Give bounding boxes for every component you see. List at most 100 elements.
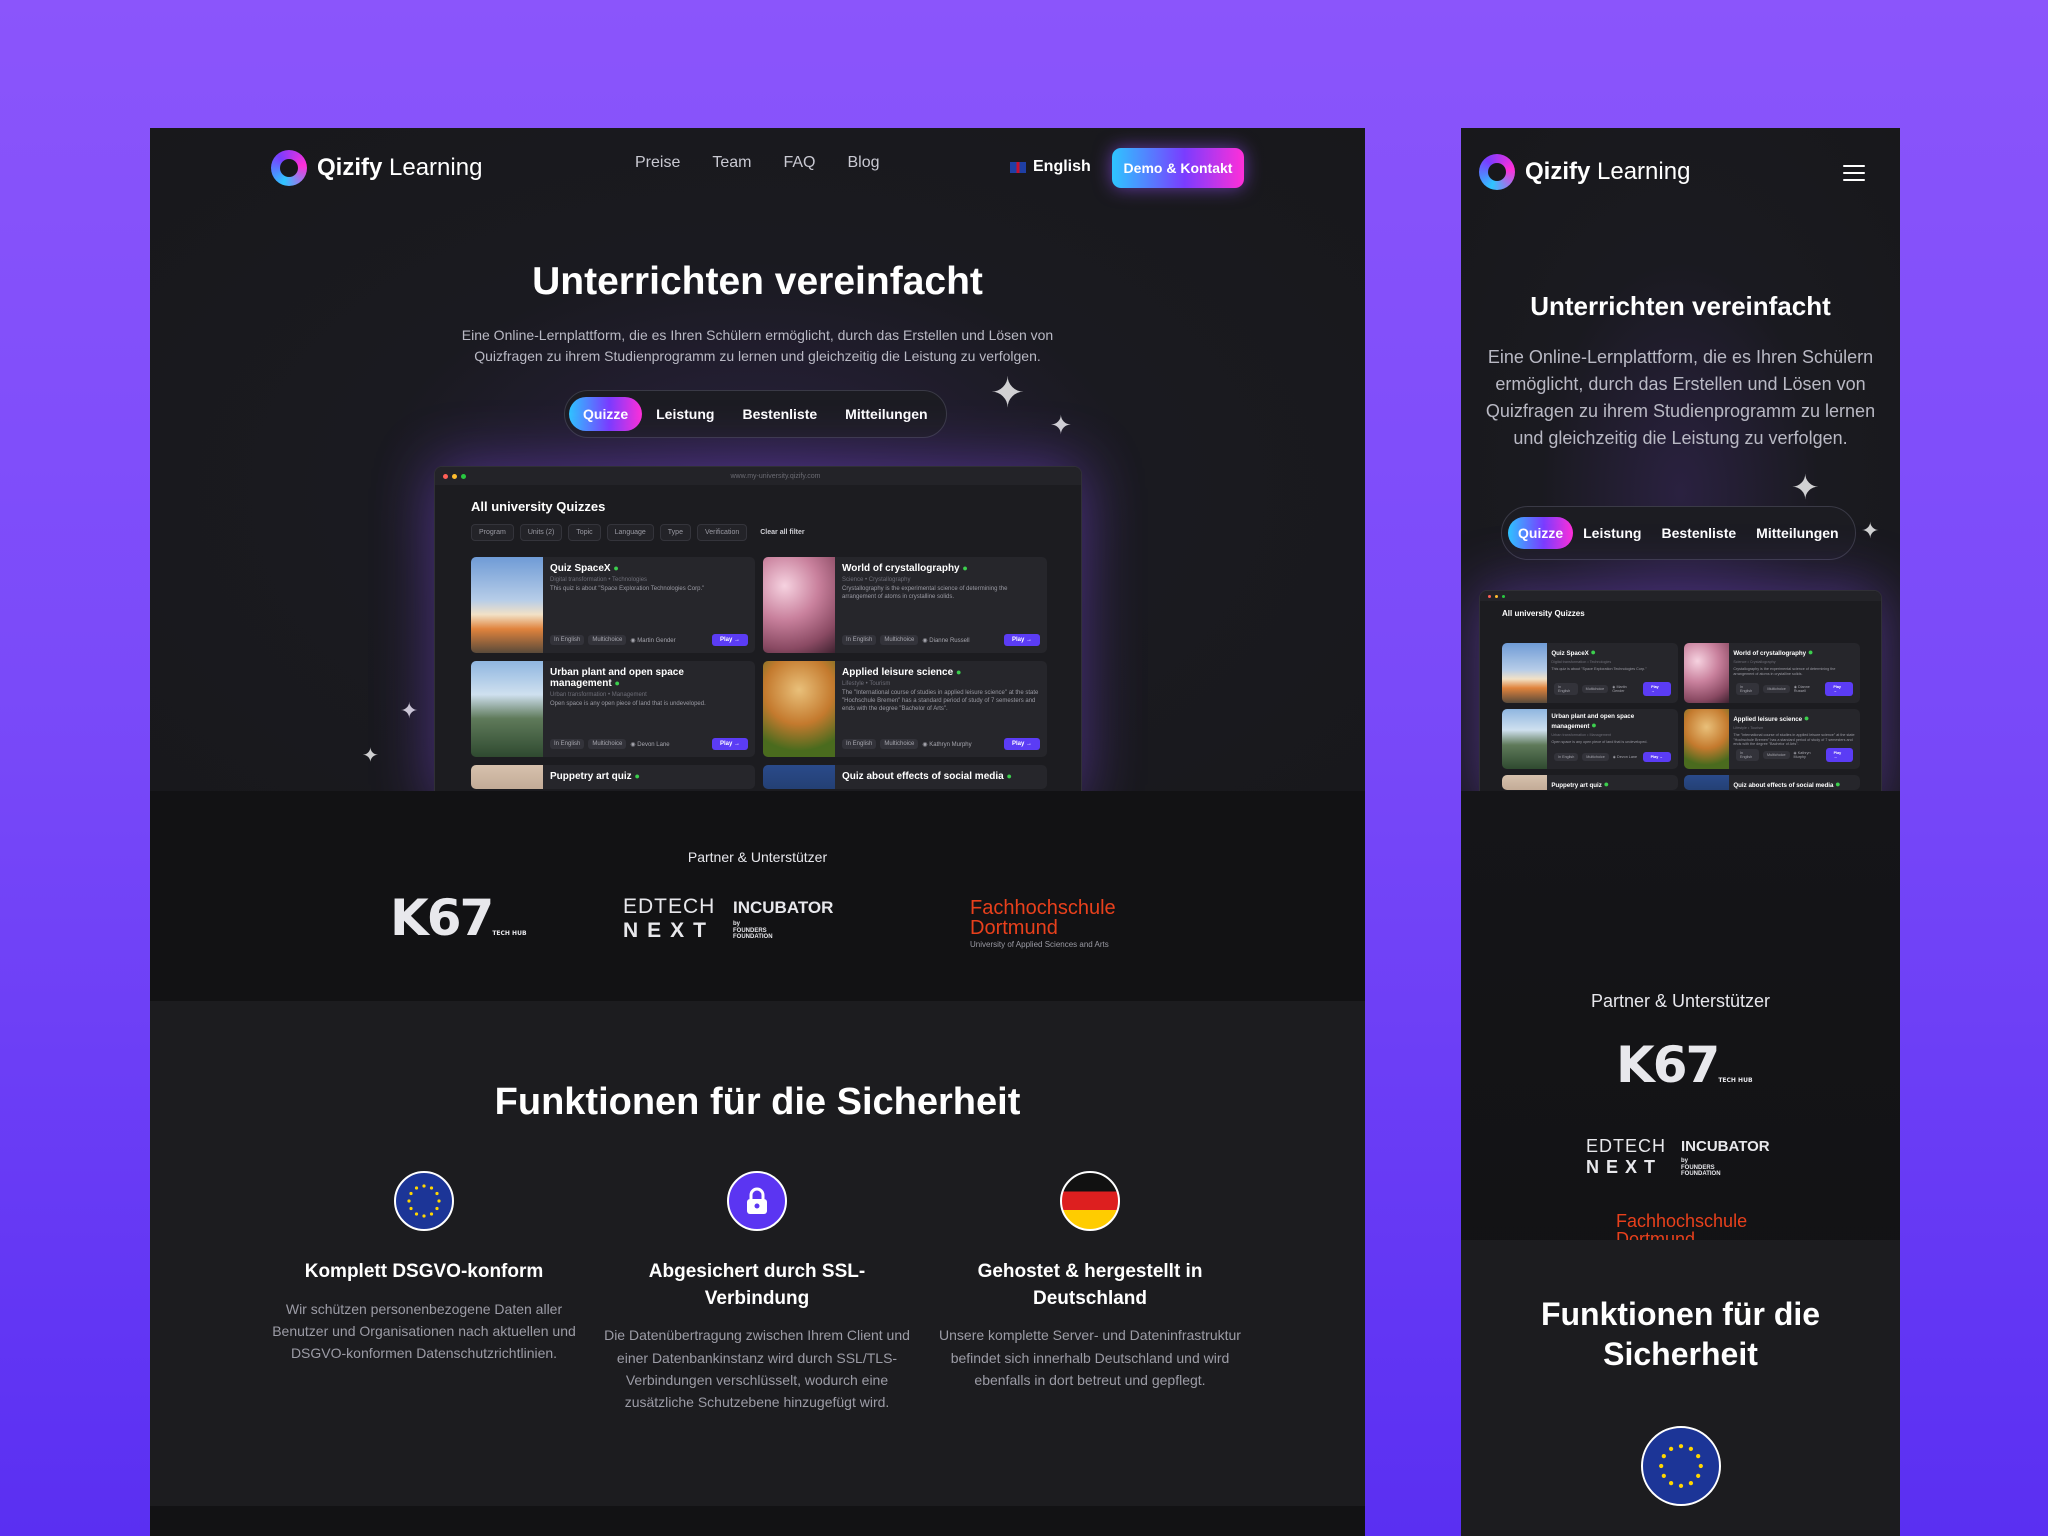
quiz-title: Quiz SpaceX ● <box>1551 647 1673 657</box>
sparkle-icon: ✦ <box>1050 410 1072 440</box>
minimize-dot-icon <box>1495 594 1498 598</box>
mobile-hero-subtitle: Eine Online-Lernplattform, die es Ihren … <box>1485 347 1876 448</box>
play-button[interactable]: Play → <box>1825 682 1853 696</box>
sparkle-icon: ✦ <box>1791 469 1820 507</box>
verified-icon: ● <box>634 771 640 781</box>
play-button[interactable]: Play → <box>1825 748 1854 762</box>
tab-quizze[interactable]: Quizze <box>569 397 643 431</box>
quiz-card[interactable]: World of crystallography ● Science • Crys… <box>1684 643 1860 703</box>
edtech-next-logo: EDTECH NEXT INCUBATOR by FOUNDERS FOUNDATI… <box>1586 1136 1786 1196</box>
quiz-card[interactable]: Quiz about effects of social media ● <box>1684 775 1860 790</box>
eu-star-icon <box>435 1191 439 1196</box>
mobile-partners-title: Partner & Unterstützer <box>1590 991 1771 1011</box>
quiz-category: Digital transformation • Technologies <box>1551 659 1612 664</box>
quiz-card[interactable]: Applied leisure science ● Lifestyle • Tou… <box>763 661 1047 757</box>
tab-quizze[interactable]: Quizze <box>1508 517 1574 549</box>
quiz-card-body: Quiz about effects of social media ● <box>1729 775 1860 790</box>
quiz-card-body: Quiz SpaceX ● Digital transformation • Te… <box>1547 643 1678 703</box>
play-button[interactable]: Play → <box>1003 634 1040 646</box>
footer-strip <box>150 1506 1365 1536</box>
play-button[interactable]: Play → <box>711 738 748 750</box>
brand-name: Qizify Learning <box>317 154 482 182</box>
filter-verification[interactable]: Verification <box>696 524 748 541</box>
eu-stars-icon <box>407 1184 441 1218</box>
play-button[interactable]: Play → <box>1642 752 1671 762</box>
mockup-title: All university Quizzes <box>471 499 606 514</box>
filter-units[interactable]: Units (2) <box>519 524 563 541</box>
quiz-description: Open space is any open piece of land tha… <box>550 701 706 707</box>
quiz-tag: In English <box>842 739 877 749</box>
mobile-security-section: Funktionen für die Sicherheit <box>1461 1240 1900 1536</box>
verified-icon: ● <box>1603 778 1610 789</box>
fh-subtitle: University of Applied Sciences and Arts <box>970 940 1109 949</box>
brand-name-light: Learning <box>389 154 483 181</box>
play-button[interactable]: Play → <box>1003 738 1040 750</box>
quiz-card[interactable]: Puppetry art quiz ● <box>1502 775 1678 790</box>
filter-language[interactable]: Language <box>606 524 654 541</box>
filter-bar: Program Units (2) Topic Language Type Ve… <box>471 524 1081 541</box>
sparkle-icon: ✦ <box>990 369 1026 416</box>
tab-leistung[interactable]: Leistung <box>1573 525 1651 541</box>
feature-dsgvo-title: Komplett DSGVO-konform <box>304 1261 544 1282</box>
quiz-card-body: Puppetry art quiz ● <box>543 765 755 789</box>
mobile-brand-name: Qizify Learning <box>1525 158 1690 186</box>
mobile-mockup-title: All university Quizzes <box>1502 609 1585 618</box>
play-button[interactable]: Play → <box>711 634 748 646</box>
quiz-card-body: Urban plant and open space management ● U… <box>1547 709 1678 769</box>
verified-icon: ● <box>1006 771 1012 781</box>
eu-star-icon <box>414 1186 419 1190</box>
verified-icon: ● <box>955 667 962 677</box>
quiz-card-body: Applied leisure science ● Lifestyle • Tou… <box>835 661 1047 757</box>
mobile-brand-logo[interactable]: Qizify Learning <box>1479 154 1690 190</box>
browser-bar <box>1480 591 1881 601</box>
fh-dortmund-logo: Fachhochschule Dortmund University of Ap… <box>970 898 1116 949</box>
quiz-card[interactable]: World of crystallography ● Science • Crys… <box>763 557 1047 653</box>
feature-dsgvo-text: Wir schützen personenbezogene Daten alle… <box>272 1300 576 1362</box>
nav-link-faq[interactable]: FAQ <box>783 154 815 172</box>
quiz-card[interactable]: Urban plant and open space management ● U… <box>471 661 755 757</box>
mobile-security-title: Funktionen für die Sicherheit <box>1461 1294 1900 1374</box>
quiz-card[interactable]: Urban plant and open space management ● U… <box>1502 709 1678 769</box>
quiz-description: The "International course of studies in … <box>1733 732 1855 747</box>
nav-link-preise[interactable]: Preise <box>635 154 680 172</box>
quiz-tag: Multichoice <box>1763 685 1790 693</box>
feature-germany-text: Unsere komplette Server- und Dateninfras… <box>939 1327 1241 1388</box>
nav-link-blog[interactable]: Blog <box>848 154 880 172</box>
brand-logo[interactable]: Qizify Learning <box>271 150 482 186</box>
quiz-thumbnail <box>471 557 543 653</box>
eu-star-icon <box>422 1214 426 1218</box>
tab-bestenliste[interactable]: Bestenliste <box>1651 525 1746 541</box>
quiz-card[interactable]: Applied leisure science ● Lifestyle • Tou… <box>1684 709 1860 769</box>
tab-leistung[interactable]: Leistung <box>642 406 728 422</box>
maximize-dot-icon <box>1502 594 1505 598</box>
tab-mitteilungen[interactable]: Mitteilungen <box>1746 525 1848 541</box>
clear-filter-link[interactable]: Clear all filter <box>753 525 811 540</box>
mobile-brand-name-bold: Qizify <box>1525 158 1591 185</box>
hamburger-menu-icon[interactable] <box>1843 165 1865 181</box>
nav-link-team[interactable]: Team <box>712 154 751 172</box>
quiz-card-footer: In English Multichoice ◉ Dianne Russell Pla… <box>842 634 1040 646</box>
demo-contact-button[interactable]: Demo & Kontakt <box>1112 148 1244 188</box>
quiz-title-text: Quiz SpaceX <box>1551 649 1591 657</box>
verified-icon: ● <box>613 563 619 573</box>
quiz-tag: Multichoice <box>588 635 627 645</box>
quiz-description: Open space is any open piece of land tha… <box>1551 739 1648 744</box>
feature-ssl: Abgesichert durch SSL-Verbindung Die Dat… <box>602 1171 912 1414</box>
app-mockup: www.my-university.qizify.com All univers… <box>434 466 1082 806</box>
quiz-card[interactable]: Quiz about effects of social media ● <box>763 765 1047 789</box>
mobile-security-title-1: Funktionen für die <box>1540 1296 1821 1332</box>
quiz-title-text: Quiz about effects of social media <box>1733 781 1836 789</box>
mobile-hero-section: Qizify Learning Unterrichten vereinfacht… <box>1461 128 1900 810</box>
play-button[interactable]: Play → <box>1643 682 1671 696</box>
tab-bestenliste[interactable]: Bestenliste <box>728 406 831 422</box>
language-switcher[interactable]: English <box>1010 158 1091 176</box>
filter-topic[interactable]: Topic <box>568 524 601 541</box>
quiz-card-footer: In English Multichoice ◉ Kathryn Murphy Pla… <box>842 738 1040 750</box>
tab-mitteilungen[interactable]: Mitteilungen <box>831 406 941 422</box>
quiz-card[interactable]: Puppetry art quiz ● <box>471 765 755 789</box>
quiz-card[interactable]: Quiz SpaceX ● Digital transformation • Te… <box>1502 643 1678 703</box>
filter-type[interactable]: Type <box>659 524 691 541</box>
mobile-security-title-2: Sicherheit <box>1603 1336 1758 1372</box>
filter-program[interactable]: Program <box>471 524 514 541</box>
quiz-card[interactable]: Quiz SpaceX ● Digital transformation • Te… <box>471 557 755 653</box>
